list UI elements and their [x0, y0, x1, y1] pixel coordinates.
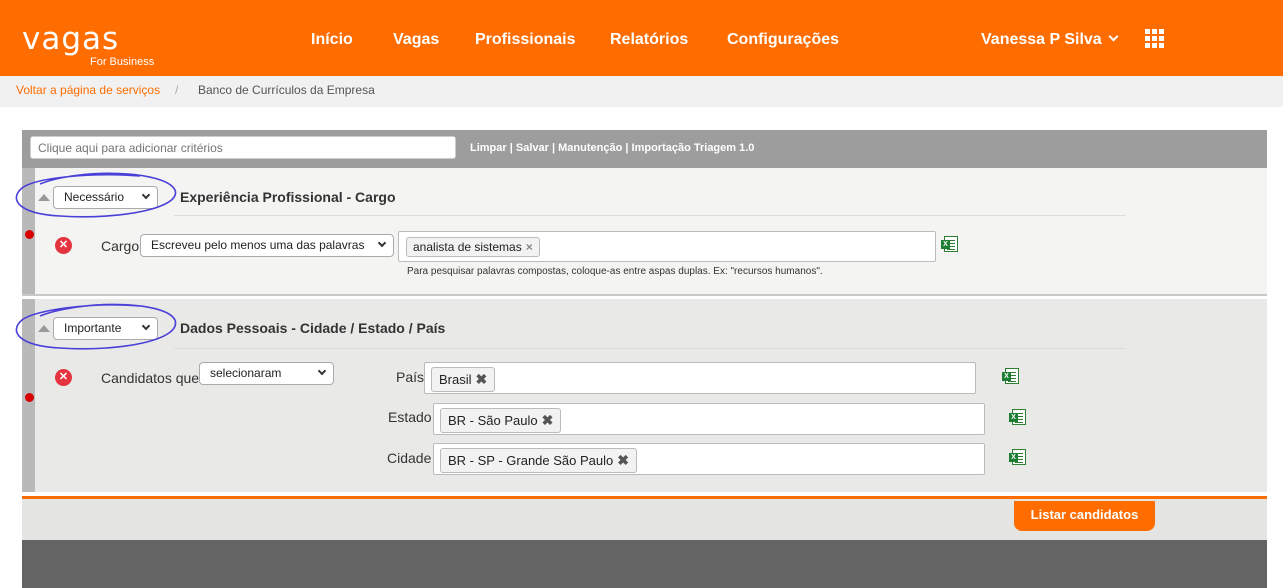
condition-select[interactable]: Escreveu pelo menos uma das palavras: [140, 234, 394, 257]
priority-select-value: Importante: [64, 321, 122, 335]
keyword-tag: analista de sistemas ×: [406, 237, 540, 257]
footer-bar: Listar candidatos: [22, 499, 1267, 540]
dark-footer: [22, 540, 1267, 588]
remove-criterion-icon[interactable]: ✕: [55, 237, 72, 254]
chevron-down-icon: [1108, 31, 1119, 42]
user-name: Vanessa P Silva: [981, 31, 1102, 48]
section-divider: [174, 348, 1126, 349]
logo-wordmark: vagas: [22, 21, 120, 57]
listar-candidatos-button[interactable]: Listar candidatos: [1014, 501, 1155, 531]
logo-subtitle: For Business: [90, 56, 155, 68]
remove-tag-icon[interactable]: ×: [526, 240, 533, 254]
link-separator: |: [551, 142, 556, 154]
priority-select-value: Necessário: [64, 190, 125, 204]
field-label-cargo: Cargo: [101, 238, 140, 254]
criteria-toolbar: Limpar | Salvar | Manutenção | Importaçã…: [22, 130, 1267, 168]
breadcrumb-separator: /: [175, 83, 179, 97]
priority-select-importante[interactable]: Importante: [53, 317, 158, 340]
nav-vagas[interactable]: Vagas: [393, 31, 439, 49]
importacao-triagem-link[interactable]: Importação Triagem 1.0: [632, 142, 755, 154]
condition-select-value: selecionaram: [210, 366, 282, 380]
excel-import-icon[interactable]: X: [1002, 368, 1019, 384]
criteria-section-experiencia: Necessário Experiência Profissional - Ca…: [22, 168, 1267, 296]
criteria-section-dados-pessoais: Importante Dados Pessoais - Cidade / Est…: [22, 299, 1267, 492]
limpar-link[interactable]: Limpar: [470, 142, 507, 154]
nav-relatorios[interactable]: Relatórios: [610, 31, 688, 49]
section-divider: [174, 215, 1126, 216]
section-title: Dados Pessoais - Cidade / Estado / País: [180, 320, 446, 336]
location-tag: Brasil ✖: [431, 367, 496, 392]
field-label-pais: País: [396, 369, 425, 385]
nav-profissionais[interactable]: Profissionais: [475, 31, 575, 49]
location-tag-label: Brasil: [439, 372, 472, 387]
excel-import-icon[interactable]: X: [1009, 409, 1026, 425]
nav-configuracoes[interactable]: Configurações: [727, 31, 839, 49]
criteria-search-input[interactable]: [30, 136, 456, 159]
field-label-cidade: Cidade: [387, 450, 432, 466]
search-hint: Para pesquisar palavras compostas, coloq…: [407, 266, 823, 277]
condition-select-value: Escreveu pelo menos uma das palavras: [151, 238, 365, 252]
required-marker: [25, 393, 34, 402]
chevron-down-icon: [317, 366, 327, 376]
collapse-triangle-icon[interactable]: [38, 194, 50, 201]
chevron-down-icon: [377, 238, 387, 248]
required-marker: [25, 230, 34, 239]
remove-tag-icon[interactable]: ✖: [476, 371, 488, 387]
remove-tag-icon[interactable]: ✖: [542, 412, 554, 428]
collapse-triangle-icon[interactable]: [38, 325, 50, 332]
breadcrumb-back-link[interactable]: Voltar a página de serviços: [16, 83, 160, 97]
pais-input[interactable]: Brasil ✖: [424, 362, 976, 394]
user-menu[interactable]: Vanessa P Silva: [981, 31, 1119, 49]
location-tag: BR - SP - Grande São Paulo ✖: [440, 448, 637, 473]
apps-grid-icon[interactable]: [1145, 29, 1164, 48]
section-bottom-line: [22, 294, 1267, 296]
nav-inicio[interactable]: Início: [311, 31, 353, 49]
manutencao-link[interactable]: Manutenção: [558, 142, 622, 154]
chevron-down-icon: [141, 321, 151, 331]
breadcrumb-current: Banco de Currículos da Empresa: [198, 83, 375, 97]
estado-input[interactable]: BR - São Paulo ✖: [433, 403, 985, 435]
toolbar-links: Limpar | Salvar | Manutenção | Importaçã…: [470, 142, 754, 154]
keywords-input[interactable]: analista de sistemas ×: [398, 231, 936, 262]
top-navbar: vagas For Business Início Vagas Profissi…: [0, 0, 1283, 76]
field-label-candidatos: Candidatos que: [101, 370, 200, 386]
location-tag-label: BR - São Paulo: [448, 413, 538, 428]
location-tag: BR - São Paulo ✖: [440, 408, 562, 433]
remove-criterion-icon[interactable]: ✕: [55, 369, 72, 386]
condition-select[interactable]: selecionaram: [199, 362, 334, 385]
section-title: Experiência Profissional - Cargo: [180, 189, 396, 205]
location-tag-label: BR - SP - Grande São Paulo: [448, 453, 614, 468]
link-separator: |: [625, 142, 629, 154]
salvar-link[interactable]: Salvar: [516, 142, 549, 154]
breadcrumb: Voltar a página de serviços / Banco de C…: [0, 76, 1283, 107]
keyword-tag-label: analista de sistemas: [413, 240, 522, 254]
field-label-estado: Estado: [388, 409, 432, 425]
link-separator: |: [509, 142, 513, 154]
priority-select-necessario[interactable]: Necessário: [53, 186, 158, 209]
excel-import-icon[interactable]: X: [1009, 449, 1026, 465]
chevron-down-icon: [141, 190, 151, 200]
remove-tag-icon[interactable]: ✖: [617, 452, 629, 468]
vagas-logo[interactable]: vagas For Business: [22, 21, 154, 69]
cidade-input[interactable]: BR - SP - Grande São Paulo ✖: [433, 443, 985, 475]
excel-import-icon[interactable]: X: [941, 236, 958, 252]
